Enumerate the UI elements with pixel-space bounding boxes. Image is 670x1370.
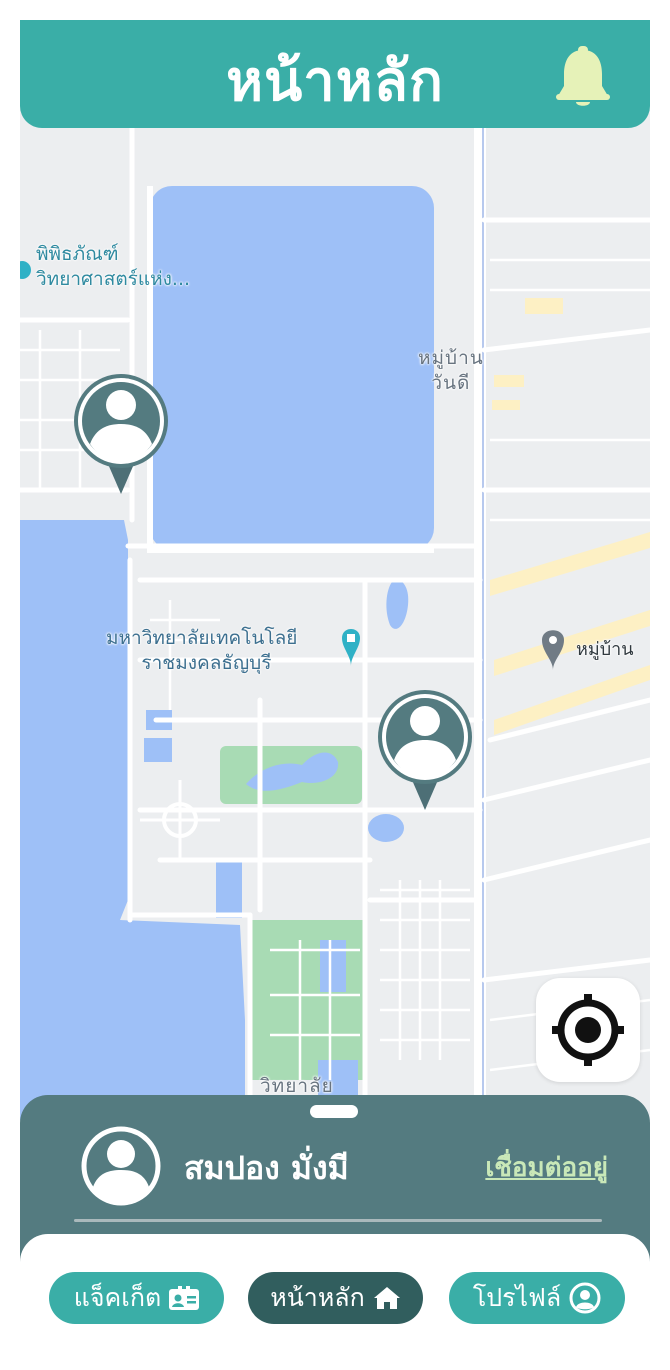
house-icon bbox=[373, 1287, 400, 1309]
my-location-button[interactable] bbox=[536, 978, 640, 1082]
map-label-line: วันดี bbox=[431, 372, 471, 395]
map-label-village-wandee[interactable]: หมู่บ้าน วันดี bbox=[418, 346, 484, 396]
map-label-line: วิทยาศาสตร์แห่ง... bbox=[36, 268, 191, 291]
map-label-line: หมู่บ้าน bbox=[418, 347, 484, 369]
connection-status[interactable]: เชื่อมต่ออยู่ bbox=[485, 1147, 608, 1188]
nav-home-button[interactable]: หน้าหลัก bbox=[248, 1272, 423, 1324]
map-label-university[interactable]: มหาวิทยาลัยเทคโนโลยี ราชมงคลธัญบุรี bbox=[106, 626, 297, 676]
sheet-drag-handle[interactable] bbox=[310, 1105, 358, 1118]
user-location-pin[interactable] bbox=[72, 372, 170, 498]
bottom-nav: แจ็คเก็ต หน้าหลัก โปรไฟล์ bbox=[20, 1234, 650, 1350]
map-label-line: ราชมงคลธัญบุรี bbox=[141, 652, 272, 675]
id-card-icon bbox=[169, 1286, 200, 1310]
nav-profile-label: โปรไฟล์ bbox=[472, 1283, 562, 1312]
divider bbox=[74, 1219, 602, 1222]
nav-jacket-button[interactable]: แจ็คเก็ต bbox=[49, 1272, 224, 1324]
app-header: หน้าหลัก bbox=[20, 20, 650, 128]
nav-home-label: หน้าหลัก bbox=[270, 1283, 365, 1312]
user-avatar bbox=[80, 1125, 162, 1207]
app-screen: พิพิธภัณฑ์ วิทยาศาสตร์แห่ง... หมู่บ้าน ว… bbox=[20, 20, 650, 1350]
map-label-line: มหาวิทยาลัยเทคโนโลยี bbox=[106, 627, 298, 649]
user-pin-icon bbox=[378, 690, 472, 810]
nav-profile-button[interactable]: โปรไฟล์ bbox=[449, 1272, 625, 1324]
user-name: สมปอง มั่งมี bbox=[184, 1149, 349, 1187]
bell-icon bbox=[556, 46, 610, 106]
notification-button[interactable] bbox=[554, 44, 612, 110]
nav-jacket-label: แจ็คเก็ต bbox=[73, 1283, 162, 1312]
map-label-line: พิพิธภัณฑ์ bbox=[36, 243, 119, 265]
map-label-village[interactable]: หมู่บ้าน bbox=[576, 638, 634, 662]
user-avatar-icon bbox=[81, 1126, 161, 1206]
crosshair-icon bbox=[552, 994, 624, 1066]
map-label-museum[interactable]: พิพิธภัณฑ์ วิทยาศาสตร์แห่ง... bbox=[36, 242, 190, 292]
user-location-pin[interactable] bbox=[376, 688, 474, 814]
user-pin-icon bbox=[74, 374, 168, 494]
user-circle-icon bbox=[569, 1282, 601, 1314]
